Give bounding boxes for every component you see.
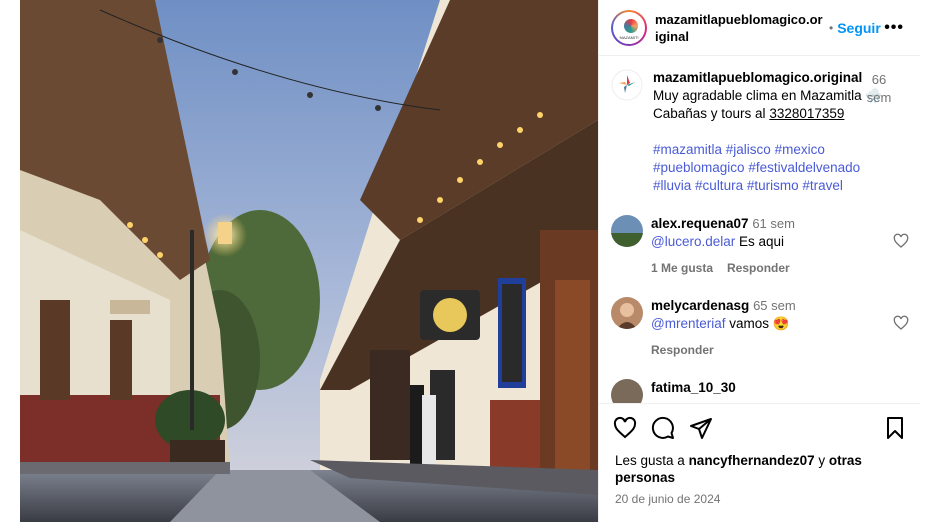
comment-body: melycardenasg 65 sem @mrenteriaf vamos 😍… — [651, 297, 891, 359]
comment-mention-link[interactable]: @mrenteriaf — [651, 316, 725, 331]
reply-button[interactable]: Responder — [727, 261, 790, 275]
author-username-link[interactable]: mazamitlapueblomagico.original — [655, 11, 825, 45]
caption-hashtags: #mazamitla #jalisco #mexico #pueblomagic… — [653, 141, 883, 195]
pinwheel-icon — [624, 18, 638, 33]
caption-line-2-prefix: Cabañas y tours al — [653, 106, 770, 121]
hashtag-link[interactable]: #lluvia — [653, 178, 691, 193]
post-header: MAZAMITLA mazamitlapueblomagico.original… — [599, 0, 920, 56]
hashtag-link[interactable]: #jalisco — [726, 142, 771, 157]
follow-button[interactable]: Seguir — [837, 20, 881, 36]
caption-username[interactable]: mazamitlapueblomagico.original — [653, 70, 862, 85]
comment-text: vamos 😍 — [725, 316, 790, 331]
instagram-post-viewer: MAZAMITLA mazamitlapueblomagico.original… — [0, 0, 928, 522]
post-date[interactable]: 20 de junio de 2024 — [599, 486, 921, 512]
likes-suffix: y — [814, 453, 829, 468]
caption-phone-link[interactable]: 3328017359 — [769, 106, 844, 121]
likes-prefix: Les gusta a — [615, 453, 689, 468]
comment-meta: Responder — [651, 341, 891, 359]
hashtag-link[interactable]: #cultura — [695, 178, 743, 193]
likes-summary: Les gusta a nancyfhernandez07 y otras pe… — [599, 452, 921, 486]
comment-item: melycardenasg 65 sem @mrenteriaf vamos 😍… — [611, 297, 909, 359]
comment-username[interactable]: alex.requena07 — [651, 216, 749, 231]
comment-username[interactable]: melycardenasg — [651, 298, 749, 313]
comment-mention-link[interactable]: @lucero.delar — [651, 234, 735, 249]
comment-likes-count[interactable]: 1 Me gusta — [651, 261, 713, 275]
author-avatar[interactable]: MAZAMITLA — [611, 9, 647, 46]
like-comment-heart-icon[interactable] — [893, 233, 909, 249]
hashtag-link[interactable]: #festivaldelvenado — [748, 160, 860, 175]
hashtag-link[interactable]: #mexico — [775, 142, 825, 157]
caption: mazamitlapueblomagico.original Muy agrad… — [611, 69, 909, 195]
comment-bubble-icon[interactable] — [651, 416, 675, 440]
right-margin — [920, 0, 928, 522]
comment-item: alex.requena07 61 sem @lucero.delar Es a… — [611, 215, 909, 277]
comment-username[interactable]: fatima_10_30 — [651, 380, 736, 395]
header-separator: • — [829, 20, 834, 35]
comment-text: Es aqui — [735, 234, 785, 249]
comment-body: fatima_10_30 — [651, 379, 891, 403]
comment-item: fatima_10_30 — [611, 379, 909, 403]
post-photo[interactable] — [20, 0, 598, 522]
like-heart-icon[interactable] — [613, 416, 637, 440]
caption-timestamp: 66 sem — [866, 72, 892, 105]
action-icons — [599, 404, 921, 452]
more-options-button[interactable]: ••• — [884, 19, 910, 37]
likes-user-link[interactable]: nancyfhernandez07 — [689, 453, 815, 468]
landscape-avatar-icon — [611, 215, 643, 247]
person-avatar-icon — [611, 379, 643, 403]
hashtag-link[interactable]: #pueblomagico — [653, 160, 745, 175]
pinwheel-logo-icon — [611, 69, 643, 101]
left-margin — [0, 0, 20, 522]
hashtag-link[interactable]: #travel — [802, 178, 843, 193]
share-send-icon[interactable] — [689, 416, 713, 440]
street-scene-image — [20, 0, 598, 522]
caption-body: mazamitlapueblomagico.original Muy agrad… — [653, 69, 883, 195]
hashtag-link[interactable]: #turismo — [747, 178, 799, 193]
comment-time: 61 sem — [752, 216, 795, 231]
comment-body: alex.requena07 61 sem @lucero.delar Es a… — [651, 215, 891, 277]
save-bookmark-icon[interactable] — [883, 416, 907, 440]
caption-line-2: Cabañas y tours al 3328017359 — [653, 105, 883, 123]
commenter-avatar[interactable] — [611, 297, 643, 329]
caption-line-1: Muy agradable clima en Mazamitla 🌧️ — [653, 88, 883, 103]
commenter-avatar[interactable] — [611, 379, 643, 403]
commenter-avatar[interactable] — [611, 215, 643, 247]
reply-button[interactable]: Responder — [651, 343, 714, 357]
like-comment-heart-icon[interactable] — [893, 315, 909, 331]
post-side-panel: MAZAMITLA mazamitlapueblomagico.original… — [598, 0, 921, 522]
comments-list[interactable]: mazamitlapueblomagico.original Muy agrad… — [599, 57, 921, 403]
comment-meta: 1 Me gusta Responder — [651, 259, 891, 277]
comment-time: 65 sem — [753, 298, 796, 313]
post-actions: Les gusta a nancyfhernandez07 y otras pe… — [599, 403, 921, 522]
hashtag-link[interactable]: #mazamitla — [653, 142, 722, 157]
avatar-logo-icon: MAZAMITLA — [613, 11, 645, 44]
person-avatar-icon — [611, 297, 643, 329]
caption-author-avatar[interactable] — [611, 69, 643, 101]
avatar-logo-text: MAZAMITLA — [619, 34, 643, 40]
